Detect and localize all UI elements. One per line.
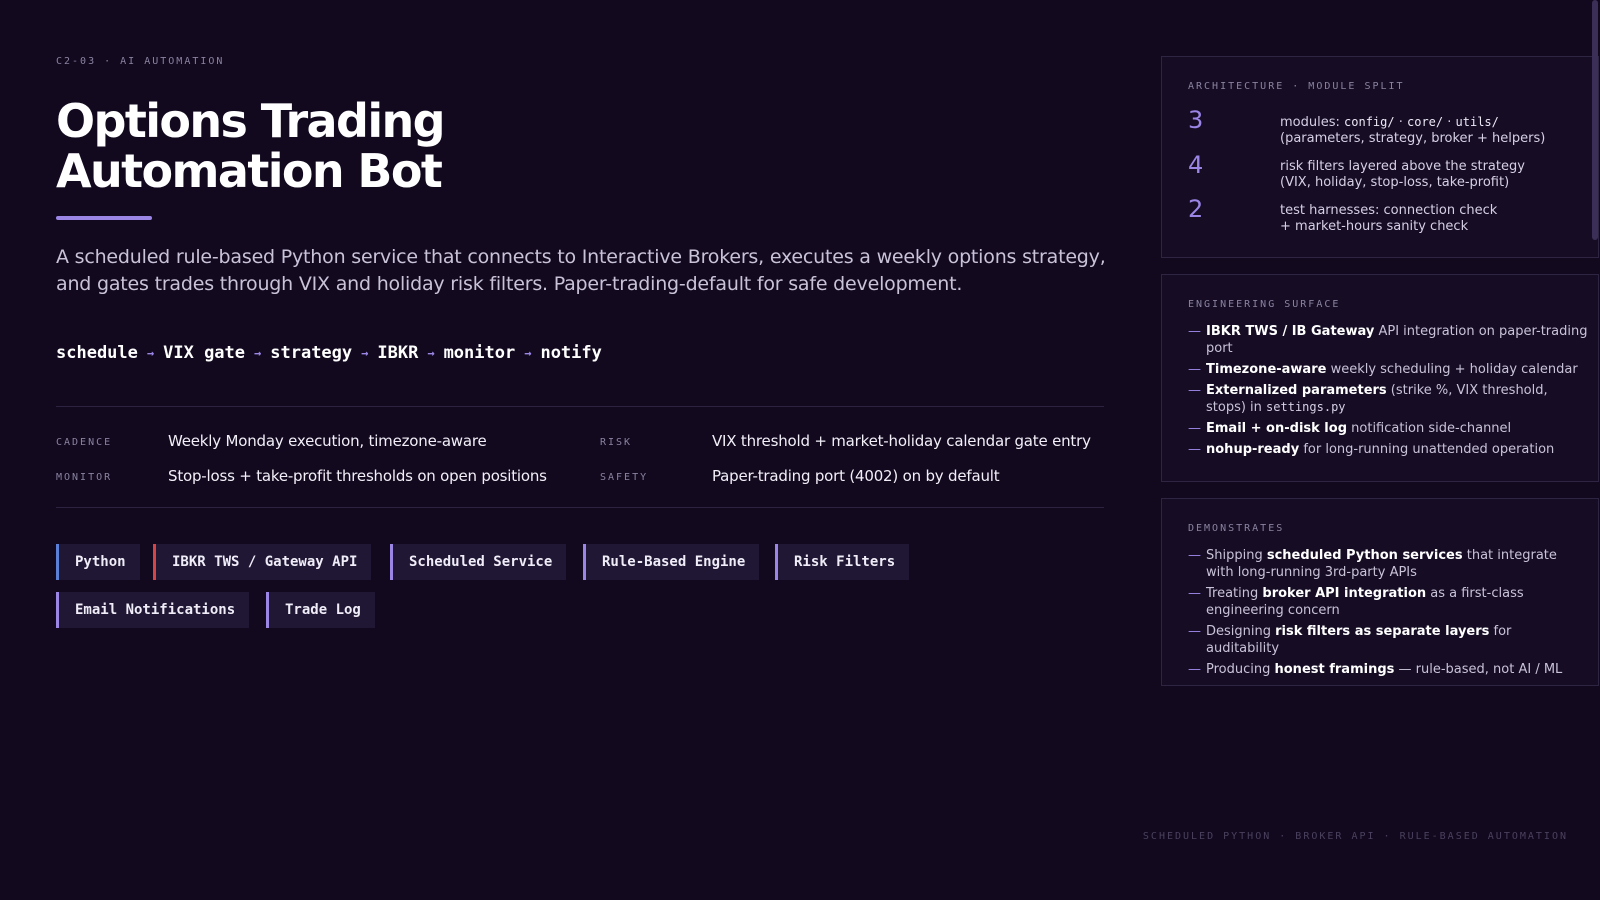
pipeline-step-vix-gate: VIX gate bbox=[163, 343, 246, 363]
engineering-title: ENGINEERING SURFACE bbox=[1188, 299, 1341, 310]
arrow-right-icon: → bbox=[254, 346, 262, 360]
architecture-text-line-1: risk filters layered above the strategy bbox=[1280, 159, 1525, 174]
architecture-text: risk filters layered above the strategy … bbox=[1280, 159, 1580, 191]
module-core: core/ bbox=[1407, 115, 1444, 129]
item-emphasis: risk filters as separate layers bbox=[1275, 624, 1490, 639]
tag-ibkr-api: IBKR TWS / Gateway API bbox=[153, 544, 372, 580]
divider bbox=[56, 507, 1104, 508]
tag-email-notifications: Email Notifications bbox=[56, 592, 250, 628]
item-text: Treating bbox=[1206, 586, 1263, 601]
list-item: — Externalized parameters (strike %, VIX … bbox=[1188, 382, 1588, 416]
item-emphasis: honest framings bbox=[1274, 662, 1395, 677]
tag-python: Python bbox=[56, 544, 140, 580]
engineering-panel: ENGINEERING SURFACE — IBKR TWS / IB Gatew… bbox=[1161, 274, 1599, 482]
cadence-label: CADENCE bbox=[56, 437, 113, 448]
item-text: Designing bbox=[1206, 624, 1276, 639]
item-emphasis: Timezone-aware bbox=[1206, 362, 1327, 377]
footer-caption: SCHEDULED PYTHON · BROKER API · RULE-BAS… bbox=[1142, 831, 1568, 842]
item-emphasis: nohup-ready bbox=[1206, 442, 1300, 457]
dash-icon: — bbox=[1188, 442, 1201, 457]
item-emphasis: scheduled Python services bbox=[1266, 548, 1463, 563]
divider bbox=[56, 406, 1104, 407]
architecture-panel: ARCHITECTURE · MODULE SPLIT 3 modules: c… bbox=[1161, 56, 1599, 258]
item-emphasis: Email + on-disk log bbox=[1206, 421, 1348, 436]
safety-label: SAFETY bbox=[600, 472, 649, 483]
item-emphasis: broker API integration bbox=[1262, 586, 1427, 601]
arrow-right-icon: → bbox=[361, 346, 369, 360]
monitor-label: MONITOR bbox=[56, 472, 113, 483]
title-underline bbox=[56, 216, 152, 220]
demonstrates-list: — Shipping scheduled Python services that… bbox=[1188, 547, 1588, 678]
pipeline-step-schedule: schedule bbox=[56, 343, 138, 363]
list-item: — Shipping scheduled Python services that… bbox=[1188, 547, 1588, 581]
dash-icon: — bbox=[1188, 421, 1201, 436]
risk-label: RISK bbox=[600, 437, 633, 448]
pipeline-flow: schedule → VIX gate → strategy → IBKR → monitor →… bbox=[56, 343, 602, 363]
dash-icon: — bbox=[1188, 324, 1201, 339]
engineering-list: — IBKR TWS / IB Gateway API integration o… bbox=[1188, 323, 1588, 458]
module-utils: utils/ bbox=[1455, 115, 1499, 129]
tag-trade-log: Trade Log bbox=[266, 592, 375, 628]
architecture-text-line-1: test harnesses: connection check bbox=[1280, 203, 1498, 218]
architecture-title: ARCHITECTURE · MODULE SPLIT bbox=[1188, 81, 1405, 92]
architecture-text-line-2: + market-hours sanity check bbox=[1280, 219, 1469, 234]
item-text: — rule-based, not AI / ML bbox=[1394, 662, 1563, 677]
item-code: settings.py bbox=[1266, 400, 1346, 414]
list-item: — Timezone-aware weekly scheduling + holi… bbox=[1188, 361, 1588, 378]
item-text: notification side-channel bbox=[1347, 421, 1512, 436]
monitor-value: Stop-loss + take-profit thresholds on op… bbox=[168, 467, 547, 485]
page-title-line-1: Options Trading bbox=[56, 94, 446, 148]
list-item: — Treating broker API integration as a fi… bbox=[1188, 585, 1588, 619]
page-title: Options Trading Automation Bot bbox=[56, 94, 446, 198]
list-item: — Email + on-disk log notification side-c… bbox=[1188, 420, 1588, 437]
arrow-right-icon: → bbox=[524, 346, 532, 360]
pipeline-step-notify: notify bbox=[540, 343, 602, 363]
tag-risk-filters: Risk Filters bbox=[775, 544, 910, 580]
page-title-line-2: Automation Bot bbox=[56, 144, 443, 198]
dash-icon: — bbox=[1188, 586, 1201, 601]
item-text: Producing bbox=[1206, 662, 1275, 677]
dash-icon: — bbox=[1188, 548, 1201, 563]
arrow-right-icon: → bbox=[146, 346, 155, 360]
item-text: for long-running unattended operation bbox=[1299, 442, 1555, 457]
architecture-count: 3 bbox=[1188, 106, 1204, 134]
list-item: — Producing honest framings — rule-based,… bbox=[1188, 661, 1588, 678]
item-text: weekly scheduling + holiday calendar bbox=[1326, 362, 1578, 377]
architecture-text-prefix: modules: bbox=[1280, 115, 1345, 130]
list-item: — IBKR TWS / IB Gateway API integration o… bbox=[1188, 323, 1588, 357]
safety-value: Paper-trading port (4002) on by default bbox=[712, 467, 1000, 485]
item-emphasis: IBKR TWS / IB Gateway bbox=[1206, 324, 1375, 339]
cadence-value: Weekly Monday execution, timezone-aware bbox=[168, 432, 487, 450]
description: A scheduled rule-based Python service th… bbox=[56, 246, 1106, 295]
demonstrates-panel: DEMONSTRATES — Shipping scheduled Python … bbox=[1161, 498, 1599, 686]
dash-icon: — bbox=[1188, 383, 1201, 398]
architecture-text-line-2: (VIX, holiday, stop-loss, take-profit) bbox=[1280, 175, 1510, 190]
architecture-text-line-2: (parameters, strategy, broker + helpers) bbox=[1280, 131, 1546, 146]
pipeline-step-strategy: strategy bbox=[270, 343, 353, 363]
dash-icon: — bbox=[1188, 624, 1201, 639]
dash-icon: — bbox=[1188, 662, 1201, 677]
tag-scheduled-service: Scheduled Service bbox=[390, 544, 567, 580]
risk-value: VIX threshold + market-holiday calendar … bbox=[712, 432, 1091, 450]
module-config: config/ bbox=[1344, 115, 1395, 129]
eyebrow-label: C2-03 · AI AUTOMATION bbox=[56, 56, 225, 67]
architecture-text: modules: config/ · core/ · utils/ (param… bbox=[1280, 114, 1580, 147]
architecture-count: 2 bbox=[1188, 195, 1204, 223]
item-emphasis: Externalized parameters bbox=[1206, 383, 1387, 398]
tag-rule-based-engine: Rule-Based Engine bbox=[583, 544, 760, 580]
scrollbar-thumb[interactable] bbox=[1592, 0, 1598, 240]
architecture-text: test harnesses: connection check + marke… bbox=[1280, 203, 1580, 235]
pipeline-step-ibkr: IBKR bbox=[377, 343, 419, 363]
list-item: — nohup-ready for long-running unattended… bbox=[1188, 441, 1588, 458]
separator: · bbox=[1443, 115, 1456, 130]
item-text: Shipping bbox=[1206, 548, 1267, 563]
architecture-count: 4 bbox=[1188, 151, 1204, 179]
dash-icon: — bbox=[1188, 362, 1201, 377]
list-item: — Designing risk filters as separate laye… bbox=[1188, 623, 1588, 657]
demonstrates-title: DEMONSTRATES bbox=[1188, 523, 1285, 534]
arrow-right-icon: → bbox=[427, 346, 435, 360]
pipeline-step-monitor: monitor bbox=[443, 343, 516, 363]
separator: · bbox=[1394, 115, 1407, 130]
